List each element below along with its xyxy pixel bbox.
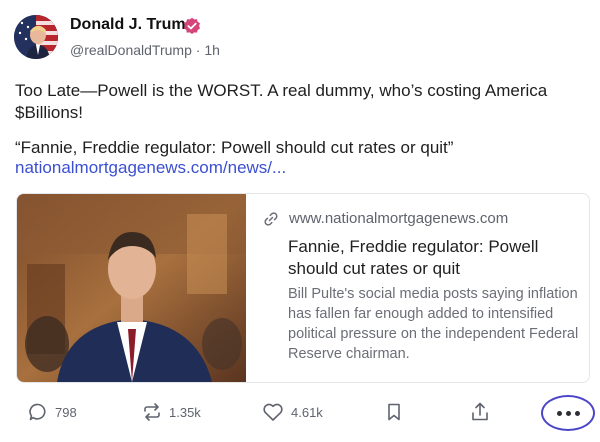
more-icon (555, 410, 582, 416)
repost-icon (144, 403, 160, 421)
like-count: 4.61k (291, 404, 323, 420)
avatar[interactable] (14, 15, 58, 59)
share-icon (472, 402, 488, 421)
reply-count: 798 (55, 404, 77, 420)
reply-button[interactable]: 798 (28, 390, 77, 434)
handle-line: @realDonaldTrump · 1h (70, 42, 220, 58)
action-bar: 798 1.35k 4.61k (0, 390, 600, 434)
post-quote: “Fannie, Freddie regulator: Powell shoul… (15, 138, 454, 157)
author-name[interactable]: Donald J. Trump (70, 16, 195, 34)
author-handle[interactable]: @realDonaldTrump (70, 42, 192, 58)
like-icon (263, 403, 283, 421)
link-preview-card[interactable]: www.nationalmortgagenews.com Fannie, Fre… (16, 193, 590, 383)
bookmark-icon (388, 403, 400, 421)
repost-button[interactable]: 1.35k (142, 390, 201, 434)
post: Donald J. Trump @realDonaldTrump · 1h To… (0, 0, 600, 442)
separator-dot: · (195, 42, 201, 58)
verified-icon (184, 17, 200, 34)
post-link[interactable]: nationalmortgagenews.com/news/... (15, 157, 286, 179)
card-thumbnail (17, 194, 246, 382)
reply-icon (29, 403, 46, 421)
bookmark-button[interactable] (386, 390, 402, 434)
post-text: Too Late—Powell is the WORST. A real dum… (15, 81, 548, 122)
more-button[interactable] (541, 395, 595, 431)
card-domain: www.nationalmortgagenews.com (289, 210, 509, 227)
share-button[interactable] (470, 390, 490, 434)
like-button[interactable]: 4.61k (262, 390, 323, 434)
repost-count: 1.35k (169, 404, 201, 420)
post-time[interactable]: 1h (204, 42, 220, 58)
link-icon (264, 211, 278, 226)
card-title: Fannie, Freddie regulator: Powell should… (288, 237, 539, 278)
card-description: Bill Pulte's social media posts saying i… (288, 286, 579, 362)
card-body: www.nationalmortgagenews.com Fannie, Fre… (246, 194, 589, 382)
card-domain-row: www.nationalmortgagenews.com (263, 210, 508, 227)
